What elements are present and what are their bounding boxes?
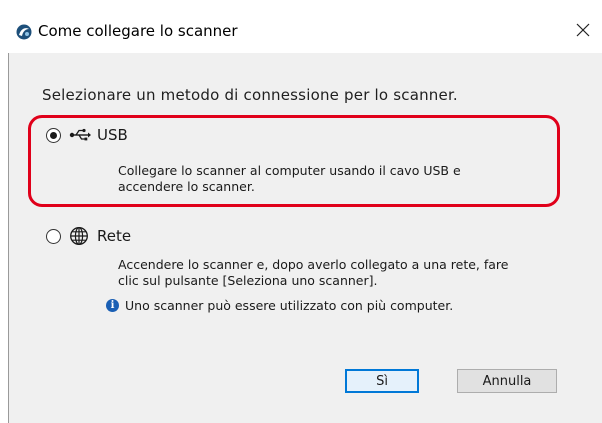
usb-description-line: Collegare lo scanner al computer usando … <box>118 163 461 178</box>
info-icon: i <box>106 299 119 312</box>
instruction-text: Selezionare un metodo di connessione per… <box>42 86 458 104</box>
info-note: i Uno scanner può essere utilizzato con … <box>106 298 453 313</box>
usb-description-line: accendere lo scanner. <box>118 179 255 194</box>
usb-description: Collegare lo scanner al computer usando … <box>118 163 461 195</box>
globe-icon <box>69 227 91 245</box>
connection-dialog: Come collegare lo scanner Selezionare un… <box>0 0 602 423</box>
window-title: Come collegare lo scanner <box>38 22 238 40</box>
usb-label: USB <box>97 126 128 144</box>
option-network[interactable]: Rete <box>46 227 131 245</box>
network-radio[interactable] <box>46 228 61 244</box>
dialog-content: Selezionare un metodo di connessione per… <box>8 53 602 423</box>
close-button[interactable] <box>568 14 598 46</box>
usb-icon <box>69 126 91 144</box>
network-description: Accendere lo scanner e, dopo averlo coll… <box>118 257 508 289</box>
network-description-line: clic sul pulsante [Seleziona uno scanner… <box>118 273 378 288</box>
network-label: Rete <box>97 227 132 245</box>
option-usb[interactable]: USB <box>46 126 128 144</box>
info-note-text: Uno scanner può essere utilizzato con pi… <box>125 298 454 313</box>
usb-radio[interactable] <box>46 127 61 143</box>
title-bar: Come collegare lo scanner <box>0 0 602 52</box>
cancel-button[interactable]: Annulla <box>457 369 557 393</box>
network-description-line: Accendere lo scanner e, dopo averlo coll… <box>118 257 509 272</box>
close-icon <box>576 23 590 37</box>
yes-button[interactable]: Sì <box>345 369 419 393</box>
app-logo-icon <box>16 24 32 40</box>
